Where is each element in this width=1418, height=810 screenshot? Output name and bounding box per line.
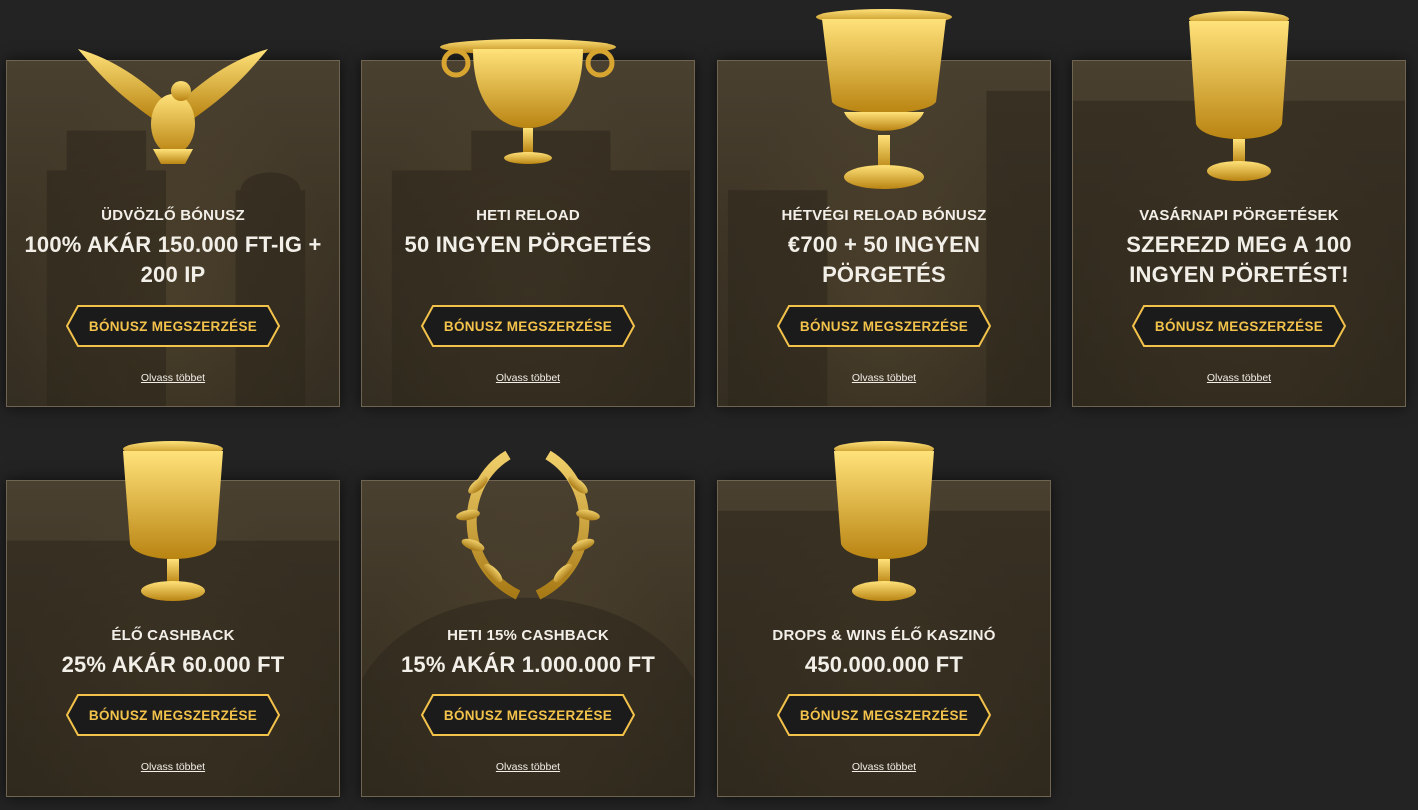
get-bonus-button[interactable]: BÓNUSZ MEGSZERZÉSE <box>421 694 635 736</box>
get-bonus-button[interactable]: BÓNUSZ MEGSZERZÉSE <box>421 305 635 347</box>
bonus-subtitle: HETI RELOAD <box>476 207 580 224</box>
bonus-card-weekend-reload: HÉTVÉGI RELOAD BÓNUSZ €700 + 50 INGYEN P… <box>717 9 1051 407</box>
bonus-amount: 50 INGYEN PÖRGETÉS <box>404 232 652 257</box>
get-bonus-button[interactable]: BÓNUSZ MEGSZERZÉSE <box>777 694 991 736</box>
bonus-amount: 100% AKÁR 150.000 FT-IG + 200 IP <box>24 232 322 287</box>
bonus-card-sunday-spins: VASÁRNAPI PÖRGETÉSEK SZEREZD MEG A 100 I… <box>1072 11 1406 407</box>
chalice-icon <box>440 39 616 164</box>
bonus-card-weekly-reload: HETI RELOAD 50 INGYEN PÖRGETÉS BÓNUSZ ME… <box>361 39 695 407</box>
bonus-amount: 25% AKÁR 60.000 FT <box>61 652 285 677</box>
get-bonus-button[interactable]: BÓNUSZ MEGSZERZÉSE <box>777 305 991 347</box>
bonus-subtitle: ÉLŐ CASHBACK <box>111 627 235 644</box>
goblet-icon <box>816 9 952 189</box>
laurel-wreath-icon <box>456 450 600 600</box>
eagle-icon <box>78 49 268 164</box>
bonus-amount: SZEREZD MEG A 100 INGYEN PÖRETÉST! <box>1126 232 1352 287</box>
get-bonus-label: BÓNUSZ MEGSZERZÉSE <box>88 707 258 723</box>
get-bonus-label: BÓNUSZ MEGSZERZÉSE <box>443 707 613 723</box>
bonus-amount: 450.000.000 FT <box>804 652 964 677</box>
get-bonus-label: BÓNUSZ MEGSZERZÉSE <box>443 318 613 334</box>
read-more-link[interactable]: Olvass többet <box>7 372 339 384</box>
get-bonus-label: BÓNUSZ MEGSZERZÉSE <box>799 318 969 334</box>
read-more-link[interactable]: Olvass többet <box>1073 372 1405 384</box>
bonus-subtitle: ÜDVÖZLŐ BÓNUSZ <box>101 207 245 224</box>
bonus-subtitle: HETI 15% CASHBACK <box>447 627 609 644</box>
get-bonus-button[interactable]: BÓNUSZ MEGSZERZÉSE <box>66 305 280 347</box>
get-bonus-button[interactable]: BÓNUSZ MEGSZERZÉSE <box>1132 305 1346 347</box>
cup-icon <box>834 441 934 601</box>
read-more-link[interactable]: Olvass többet <box>7 761 339 773</box>
cup-icon <box>123 441 223 601</box>
cup-icon <box>1189 11 1289 181</box>
bonus-amount: €700 + 50 INGYEN PÖRGETÉS <box>787 232 981 287</box>
bonus-card-drops-wins: DROPS & WINS ÉLŐ KASZINÓ 450.000.000 FT … <box>717 441 1051 797</box>
read-more-link[interactable]: Olvass többet <box>362 761 694 773</box>
read-more-link[interactable]: Olvass többet <box>362 372 694 384</box>
get-bonus-label: BÓNUSZ MEGSZERZÉSE <box>1154 318 1324 334</box>
read-more-link[interactable]: Olvass többet <box>718 372 1050 384</box>
bonus-subtitle: VASÁRNAPI PÖRGETÉSEK <box>1139 207 1339 224</box>
bonus-card-welcome: ÜDVÖZLŐ BÓNUSZ 100% AKÁR 150.000 FT-IG +… <box>6 49 340 407</box>
read-more-link[interactable]: Olvass többet <box>718 761 1050 773</box>
get-bonus-button[interactable]: BÓNUSZ MEGSZERZÉSE <box>66 694 280 736</box>
bonus-subtitle: DROPS & WINS ÉLŐ KASZINÓ <box>772 627 996 644</box>
get-bonus-label: BÓNUSZ MEGSZERZÉSE <box>799 707 969 723</box>
bonus-subtitle: HÉTVÉGI RELOAD BÓNUSZ <box>781 207 987 224</box>
get-bonus-label: BÓNUSZ MEGSZERZÉSE <box>88 318 258 334</box>
bonus-amount: 15% AKÁR 1.000.000 FT <box>400 652 656 677</box>
bonus-card-live-cashback: ÉLŐ CASHBACK 25% AKÁR 60.000 FT BÓNUSZ M… <box>6 441 340 797</box>
bonus-card-weekly-cashback: HETI 15% CASHBACK 15% AKÁR 1.000.000 FT … <box>361 450 695 797</box>
